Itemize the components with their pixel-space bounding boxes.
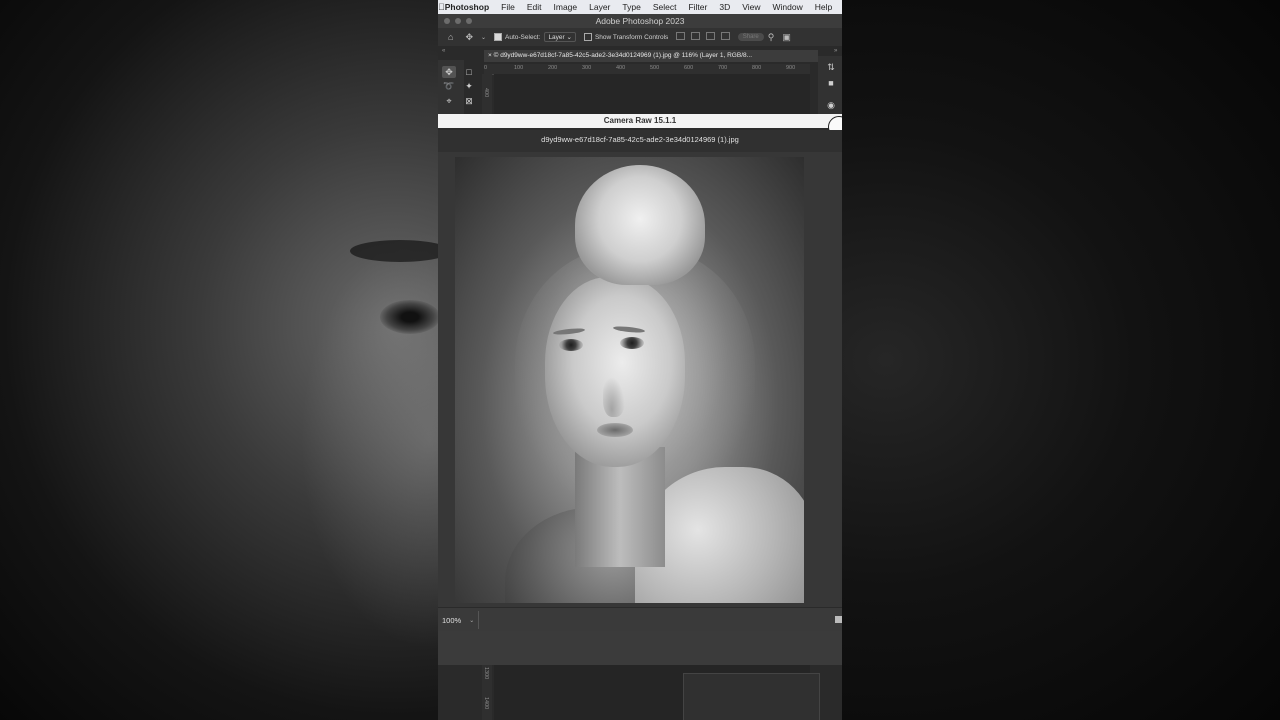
background-face [300, 230, 438, 650]
camera-raw-title: Camera Raw 15.1.1 [438, 114, 842, 128]
vertical-ruler: 400 [482, 74, 492, 114]
menu-select[interactable]: Select [653, 2, 677, 12]
menu-layer[interactable]: Layer [589, 2, 610, 12]
share-button[interactable]: Share [737, 33, 764, 41]
frame-tool-icon[interactable]: ⊠ [462, 95, 476, 107]
align-left-icon[interactable] [676, 32, 686, 40]
ruler-tick: 400 [483, 88, 489, 98]
ruler-tick: 600 [684, 65, 694, 71]
magic-wand-tool-icon[interactable]: ✦ [462, 80, 476, 92]
ruler-tick: 400 [616, 65, 626, 71]
auto-select-checkbox[interactable] [494, 33, 503, 41]
ruler-tick: 500 [650, 65, 660, 71]
align-top-icon[interactable] [720, 32, 730, 40]
document-area: « » × © d9yd9ww-e67d18cf-7a85-42c5-ade2-… [438, 46, 842, 116]
ruler-tick: 1400 [483, 697, 489, 710]
menu-image[interactable]: Image [554, 2, 578, 12]
home-icon[interactable]: ⌂ [448, 32, 453, 42]
menu-view[interactable]: View [742, 2, 760, 12]
floating-panel [683, 673, 820, 720]
menu-window[interactable]: Window [773, 2, 803, 12]
zoom-level[interactable]: 100% [442, 616, 461, 625]
menu-filter[interactable]: Filter [688, 2, 707, 12]
crop-tool-icon[interactable]: ⌖ [442, 95, 456, 107]
document-canvas[interactable] [494, 74, 810, 114]
menu-edit[interactable]: Edit [527, 2, 542, 12]
auto-select-value: Layer [548, 34, 565, 41]
ruler-tick: 100 [514, 65, 524, 71]
comment-icon[interactable]: ■ [825, 78, 837, 90]
background-eye [380, 300, 438, 334]
transform-controls-checkbox[interactable] [583, 33, 592, 41]
close-window-button[interactable] [444, 18, 450, 24]
auto-select-dropdown[interactable]: Layer ⌄ [544, 32, 576, 42]
menu-type[interactable]: Type [622, 2, 640, 12]
minimize-window-button[interactable] [455, 18, 461, 24]
camera-raw-filename: d9yd9ww-e67d18cf-7a85-42c5-ade2-3e34d012… [438, 130, 842, 152]
apple-icon[interactable]:  [438, 2, 445, 12]
menu-file[interactable]: File [501, 2, 515, 12]
photo-nose [603, 377, 625, 417]
photoshop-window:  Photoshop File Edit Image Layer Type S… [438, 0, 842, 720]
camera-raw-bottom-bar [438, 631, 842, 665]
footer-divider [478, 611, 479, 629]
transform-controls-label: Show Transform Controls [594, 33, 669, 41]
zoom-window-button[interactable] [466, 18, 472, 24]
chevron-down-icon[interactable]: ⌄ [481, 34, 486, 41]
workspace-icon[interactable]: ▣ [782, 32, 791, 43]
collapse-right-icon[interactable]: » [834, 48, 837, 54]
options-bar: ⌂ ✥ ⌄ Auto-Select: Layer ⌄ Show Transfor… [438, 28, 842, 47]
ruler-tick: 200 [548, 65, 558, 71]
learn-icon[interactable]: ◉ [825, 100, 837, 112]
menu-help[interactable]: Help [815, 2, 832, 12]
background-photo-right [842, 0, 1280, 720]
menu-3d[interactable]: 3D [719, 2, 730, 12]
mac-menubar:  Photoshop File Edit Image Layer Type S… [438, 0, 842, 14]
window-titlebar: Adobe Photoshop 2023 [438, 14, 842, 28]
ruler-tick: 800 [752, 65, 762, 71]
zoom-dropdown-chevron-icon[interactable]: ⌄ [469, 617, 474, 624]
move-tool-icon[interactable]: ✥ [465, 32, 473, 43]
document-area-below: 1300 1400 [438, 665, 842, 720]
vertical-ruler-lower: 1300 1400 [482, 665, 492, 720]
background-photo-left [0, 0, 438, 720]
marquee-tool-icon[interactable]: □ [462, 66, 476, 78]
photo-left-eye [559, 339, 583, 351]
auto-select-label: Auto-Select: [505, 33, 541, 41]
ruler-tick: 700 [718, 65, 728, 71]
menu-app-name[interactable]: Photoshop [445, 2, 489, 12]
photo-lips [597, 423, 633, 437]
move-tool-icon[interactable]: ✥ [442, 66, 456, 78]
document-tab[interactable]: × © d9yd9ww-e67d18cf-7a85-42c5-ade2-3e34… [484, 50, 818, 62]
right-panel-icons: ⇅ ■ ◉ [818, 56, 842, 114]
align-right-icon[interactable] [705, 32, 715, 40]
photo-hair-bun [575, 165, 705, 285]
align-buttons [674, 32, 731, 42]
window-title: Adobe Photoshop 2023 [595, 16, 685, 26]
search-icon[interactable]: ⚲ [768, 32, 775, 43]
history-icon[interactable]: ⇅ [825, 62, 837, 74]
camera-raw-footer: 100% ⌄ [438, 607, 842, 632]
ruler-tick: 300 [582, 65, 592, 71]
ruler-tick: 900 [786, 65, 796, 71]
photo-right-eye [620, 337, 644, 349]
tools-panel: ✥ □ ➰ ✦ ⌖ ⊠ [438, 60, 473, 116]
lasso-tool-icon[interactable]: ➰ [442, 80, 456, 92]
ruler-tick: 0 [484, 65, 488, 71]
document-tab-title: © d9yd9ww-e67d18cf-7a85-42c5-ade2-3e34d0… [493, 52, 753, 59]
collapse-left-icon[interactable]: « [442, 48, 445, 54]
photo-face [545, 277, 685, 467]
camera-raw-preview-image[interactable] [455, 157, 804, 603]
fullscreen-icon[interactable] [835, 616, 842, 623]
ruler-tick: 1300 [483, 667, 489, 680]
align-center-icon[interactable] [691, 32, 701, 40]
